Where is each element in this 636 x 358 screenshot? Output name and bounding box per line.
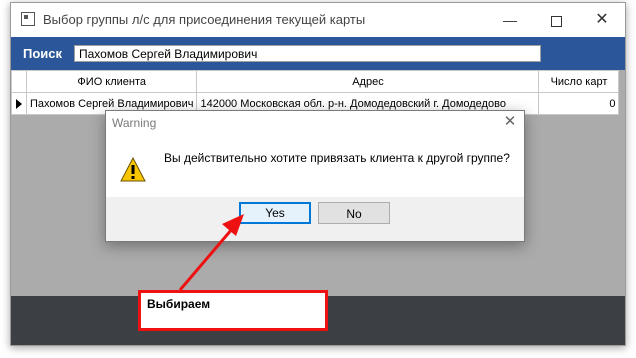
minimize-button[interactable]: —	[487, 3, 533, 37]
column-header-address[interactable]: Адрес	[196, 70, 540, 93]
dialog-body: Вы действительно хотите привязать клиент…	[106, 133, 524, 197]
yes-button[interactable]: Yes	[239, 202, 311, 224]
row-selector[interactable]	[11, 92, 27, 115]
dialog-footer: Yes No	[106, 197, 524, 241]
warning-icon	[120, 157, 146, 182]
title-bar: Выбор группы л/с для присоединения текущ…	[11, 3, 625, 37]
row-pointer-icon	[16, 98, 22, 109]
annotation-text: Выбираем	[147, 297, 211, 311]
search-label: Поиск	[23, 46, 63, 61]
maximize-icon	[550, 15, 562, 27]
close-button[interactable]: ✕	[579, 3, 625, 37]
search-input[interactable]	[74, 45, 541, 62]
cell-cards[interactable]: 0	[538, 92, 620, 115]
search-bar: Поиск	[11, 37, 625, 70]
app-icon	[21, 12, 35, 26]
row-header-corner	[11, 70, 27, 93]
table-header-row: ФИО клиента Адрес Число карт	[11, 70, 620, 93]
dialog-title: Warning	[112, 116, 157, 130]
column-header-name[interactable]: ФИО клиента	[25, 70, 198, 93]
no-button[interactable]: No	[318, 202, 390, 224]
annotation-box: Выбираем	[138, 290, 328, 331]
dialog-close-button[interactable]: ✕	[498, 111, 522, 133]
dialog-message: Вы действительно хотите привязать клиент…	[164, 151, 510, 165]
clients-table: ФИО клиента Адрес Число карт Пахомов Сер…	[11, 70, 620, 115]
maximize-button[interactable]	[533, 3, 579, 37]
warning-dialog: Warning ✕ Вы действительно хотите привяз…	[105, 110, 525, 242]
column-header-cards[interactable]: Число карт	[538, 70, 620, 93]
window-title: Выбор группы л/с для присоединения текущ…	[43, 12, 366, 27]
